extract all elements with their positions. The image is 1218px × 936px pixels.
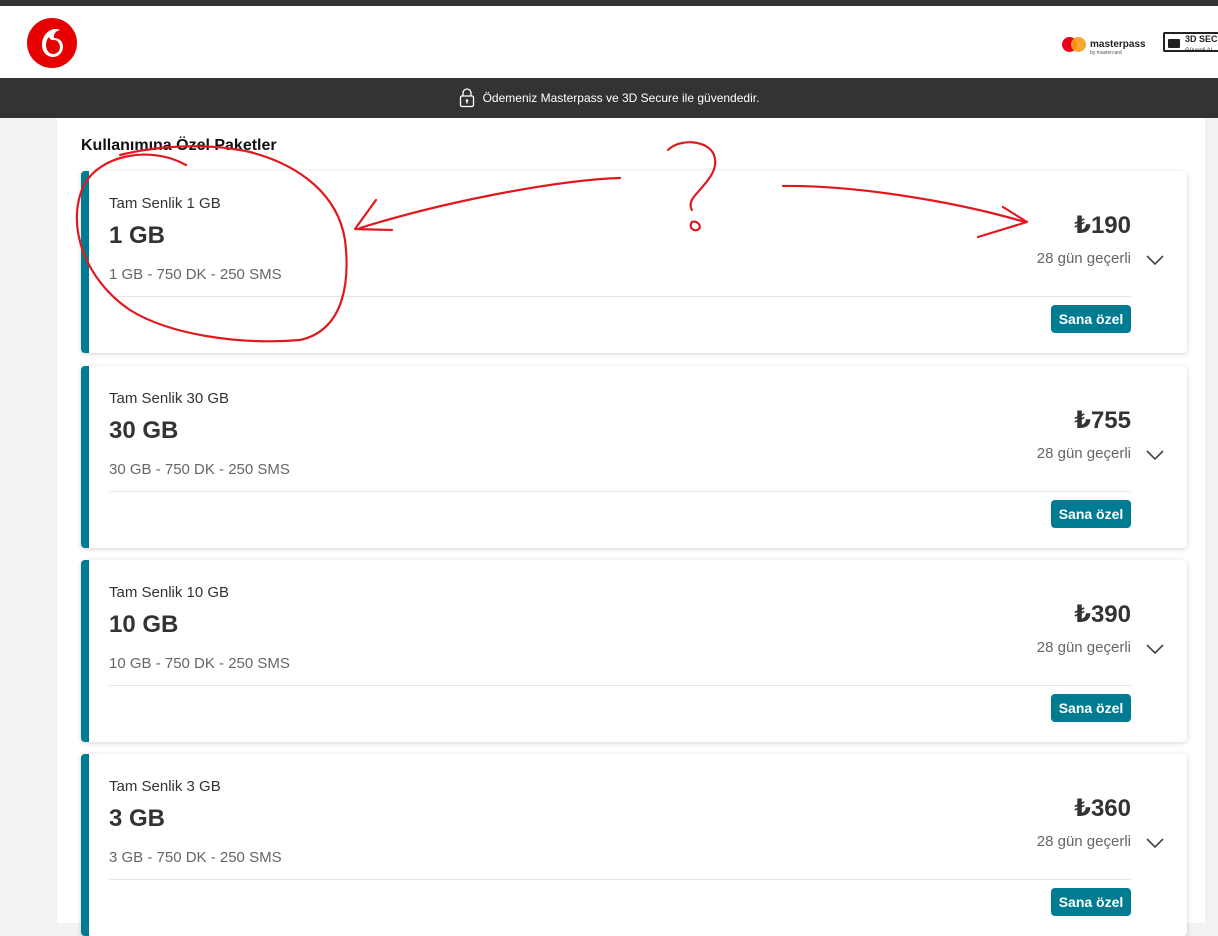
sana-ozel-badge[interactable]: Sana özel (1051, 888, 1131, 916)
package-description: 1 GB - 750 DK - 250 SMS (109, 266, 282, 283)
card-divider (109, 879, 1131, 880)
security-banner-text: Ödemeniz Masterpass ve 3D Secure ile güv… (482, 91, 760, 105)
package-price: ₺360 (1074, 795, 1131, 822)
package-size: 1 GB (109, 222, 166, 249)
masterpass-logo-subtext: by mastercard (1090, 50, 1122, 56)
masterpass-logo: masterpass by mastercard (1062, 34, 1146, 56)
card-divider (109, 685, 1131, 686)
3d-secure-logo-text: 3D SEC (1185, 34, 1218, 44)
package-validity: 28 gün geçerli (1036, 445, 1131, 462)
package-validity: 28 gün geçerli (1036, 833, 1131, 850)
package-validity: 28 gün geçerli (1036, 639, 1131, 656)
masterpass-logo-text: masterpass (1090, 39, 1146, 50)
package-price: ₺755 (1074, 407, 1131, 434)
card-accent-bar (81, 366, 89, 548)
package-size: 10 GB (109, 611, 179, 638)
package-size: 3 GB (109, 805, 166, 832)
section-title: Kullanımına Özel Paketler (81, 137, 277, 154)
card-divider (109, 491, 1131, 492)
mastercard-circles-icon (1062, 37, 1086, 53)
chevron-down-icon[interactable] (1145, 448, 1165, 462)
3d-secure-logo-subtext: Güvenli Al (1185, 48, 1213, 54)
package-name: Tam Senlik 3 GB (109, 778, 221, 795)
package-description: 10 GB - 750 DK - 250 SMS (109, 655, 290, 672)
package-card[interactable]: Tam Senlik 30 GB 30 GB 30 GB - 750 DK - … (81, 366, 1187, 548)
lock-icon (459, 88, 474, 108)
card-divider (109, 296, 1131, 297)
secure-lock-icon (1168, 39, 1180, 48)
card-accent-bar (81, 171, 89, 353)
package-name: Tam Senlik 30 GB (109, 390, 230, 407)
package-card[interactable]: Tam Senlik 10 GB 10 GB 10 GB - 750 DK - … (81, 560, 1187, 742)
chevron-down-icon[interactable] (1145, 253, 1165, 267)
header: masterpass by mastercard 3D SEC Güvenli … (0, 6, 1218, 78)
package-card[interactable]: Tam Senlik 3 GB 3 GB 3 GB - 750 DK - 250… (81, 754, 1187, 936)
card-accent-bar (81, 754, 89, 936)
security-banner: Ödemeniz Masterpass ve 3D Secure ile güv… (0, 78, 1218, 118)
package-price: ₺390 (1074, 601, 1131, 628)
package-description: 30 GB - 750 DK - 250 SMS (109, 461, 290, 478)
3d-secure-logo: 3D SEC Güvenli Al (1163, 32, 1218, 54)
card-accent-bar (81, 560, 89, 742)
package-name: Tam Senlik 10 GB (109, 584, 230, 601)
sana-ozel-badge[interactable]: Sana özel (1051, 500, 1131, 528)
vodafone-logo-icon[interactable] (27, 18, 77, 68)
package-name: Tam Senlik 1 GB (109, 195, 221, 212)
sana-ozel-badge[interactable]: Sana özel (1051, 694, 1131, 722)
chevron-down-icon[interactable] (1145, 642, 1165, 656)
package-price: ₺190 (1074, 212, 1131, 239)
chevron-down-icon[interactable] (1145, 836, 1165, 850)
package-description: 3 GB - 750 DK - 250 SMS (109, 849, 282, 866)
package-size: 30 GB (109, 417, 179, 444)
sana-ozel-badge[interactable]: Sana özel (1051, 305, 1131, 333)
package-validity: 28 gün geçerli (1036, 250, 1131, 267)
package-card[interactable]: Tam Senlik 1 GB 1 GB 1 GB - 750 DK - 250… (81, 171, 1187, 353)
